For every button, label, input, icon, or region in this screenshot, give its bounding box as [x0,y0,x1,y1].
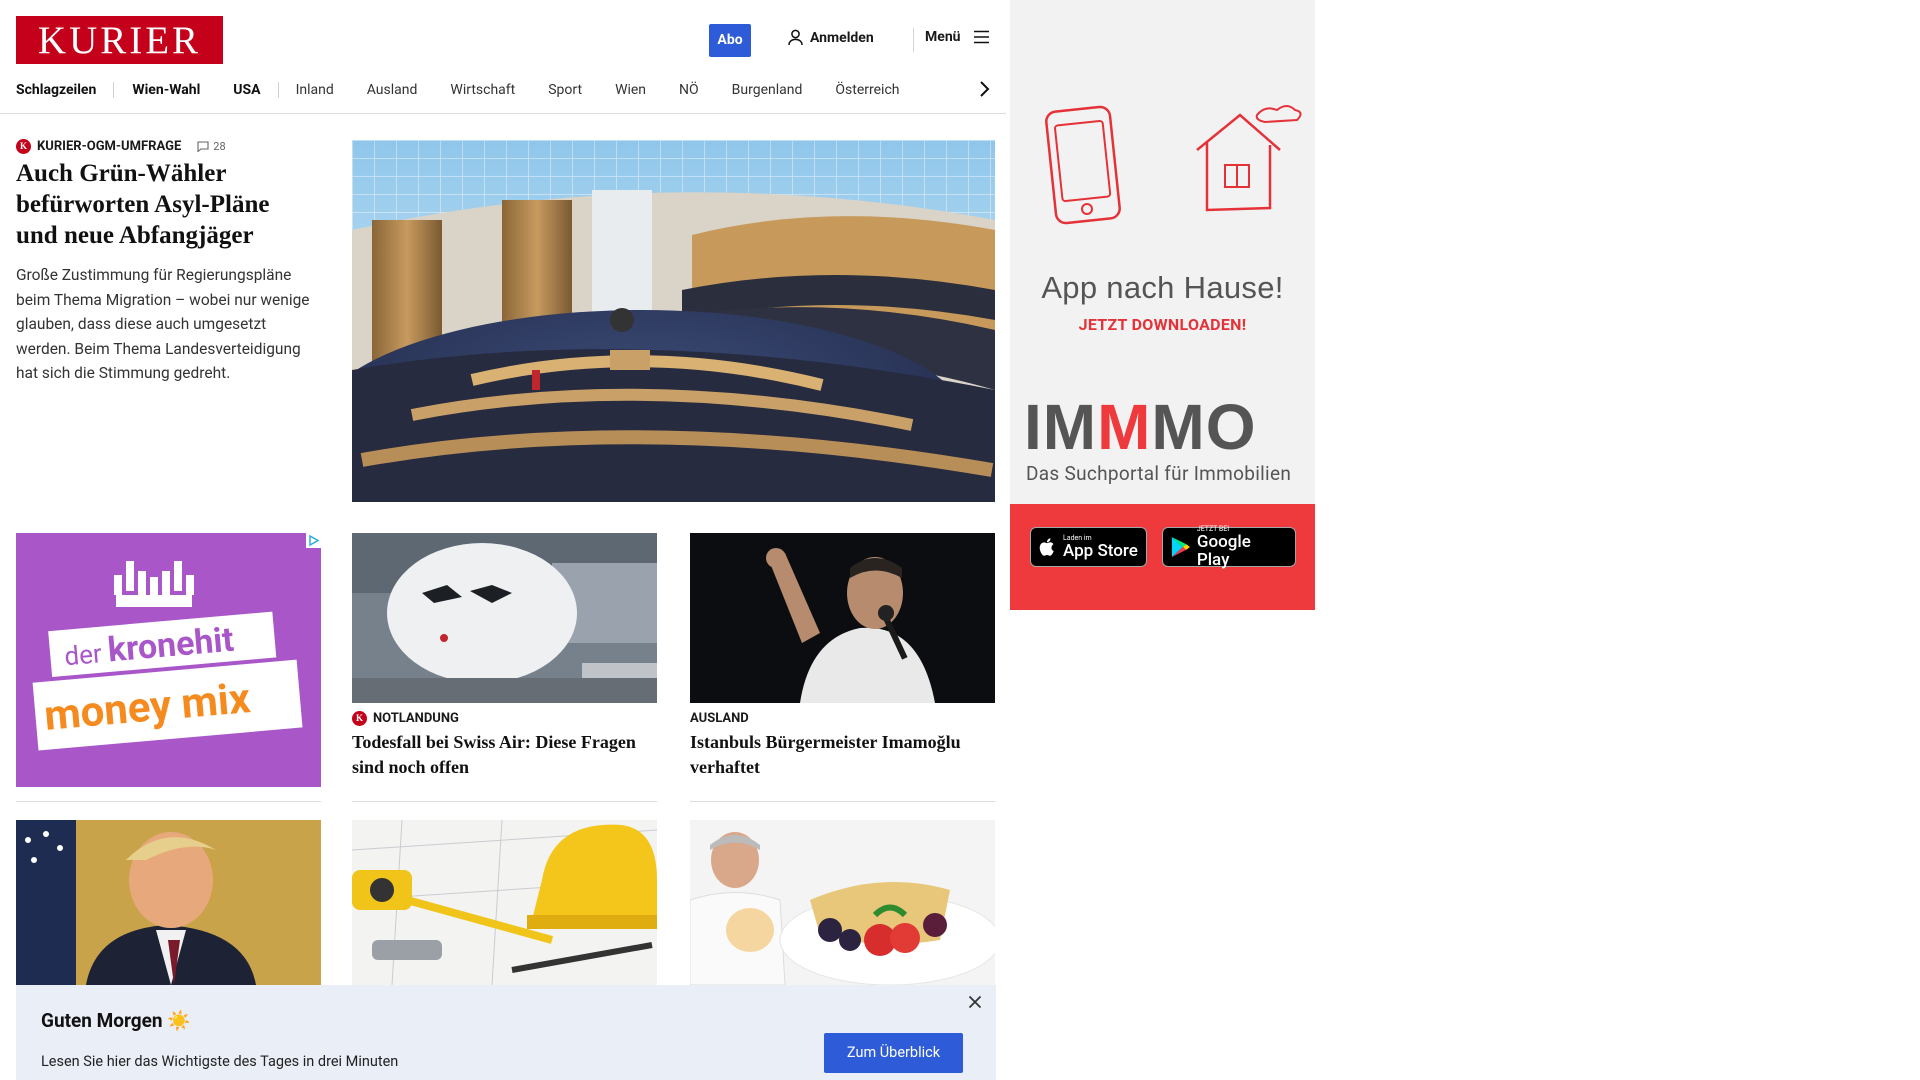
teaser-kicker-label: NOTLANDUNG [373,711,459,726]
row-divider [16,801,321,802]
overview-button[interactable]: Zum Überblick [824,1033,963,1073]
kurier-logo[interactable]: KURIER [16,16,223,64]
banner-title: Guten Morgen ☀️ [41,1009,191,1032]
immmo-logo-a: IM [1024,391,1098,463]
section-nav: Schlagzeilen Wien-Wahl USA Inland Auslan… [16,80,899,100]
teaser-kicker-label: AUSLAND [690,711,749,726]
kurier-plus-icon: K [352,711,367,726]
construction-tools-image[interactable] [352,820,657,985]
parliament-image[interactable] [352,140,995,502]
nav-item-inland[interactable]: Inland [296,82,334,98]
abo-button[interactable]: Abo [709,24,751,57]
nav-item-burgenland[interactable]: Burgenland [732,82,803,98]
nav-separator [113,82,115,98]
google-play-big: Google Play [1196,532,1251,570]
nav-item-oesterreich[interactable]: Österreich [835,82,899,98]
comment-count[interactable]: 28 [197,140,226,153]
nav-item-usa[interactable]: USA [233,82,260,98]
chevron-right-icon[interactable] [977,79,991,99]
google-play-icon [1171,537,1190,557]
comment-count-value: 28 [213,140,226,153]
kronehit-der: der [63,639,104,673]
download-cta[interactable]: JETZT DOWNLOADEN! [1010,315,1315,334]
row-divider [352,801,657,802]
teaser-headline-imamoglu[interactable]: Istanbuls Bürgermeister Imamoğlu verhaft… [690,730,995,780]
teaser-kicker-ausland[interactable]: AUSLAND [690,711,749,726]
apple-icon [1039,538,1054,556]
lead-headline[interactable]: Auch Grün-Wähler befürworten Asyl-Pläne … [16,158,316,251]
user-icon [788,29,803,46]
close-icon[interactable] [968,995,982,1009]
lead-teaser-text[interactable]: Große Zustimmung für Regierungspläne bei… [16,263,316,386]
chef-dessert-image[interactable] [690,820,995,985]
login-label: Anmelden [810,29,874,46]
banner-title-text: Guten Morgen [41,1009,163,1032]
lead-kicker[interactable]: K KURIER-OGM-UMFRAGE 28 [16,139,226,154]
trump-image[interactable] [16,820,321,985]
smartphone-icon [1045,105,1121,225]
nav-item-wirtschaft[interactable]: Wirtschaft [450,82,515,98]
house-icon [1196,105,1302,212]
nav-item-schlagzeilen[interactable]: Schlagzeilen [16,82,96,98]
banner-text: Lesen Sie hier das Wichtigste des Tages … [41,1053,399,1070]
sun-icon: ☀️ [167,1009,191,1032]
nav-item-sport[interactable]: Sport [548,82,582,98]
hamburger-icon [973,30,989,44]
teaser-kicker-notlandung[interactable]: K NOTLANDUNG [352,711,459,726]
kurier-plus-icon: K [16,139,31,154]
app-store-badge[interactable]: Laden im App Store [1030,527,1147,567]
menu-button[interactable]: Menü [925,29,990,45]
app-store-big: App Store [1063,541,1138,561]
immmo-logo-c: MO [1151,391,1257,463]
app-claim: App nach Hause! [1041,270,1284,305]
teaser-headline-swiss-air[interactable]: Todesfall bei Swiss Air: Diese Fragen si… [352,730,657,780]
nav-separator [277,82,279,98]
swiss-air-image[interactable] [352,533,657,703]
immmo-app-ad[interactable]: App nach Hause! JETZT DOWNLOADEN! IMMMO … [1010,0,1315,610]
immmo-logo: IMMMO [1024,395,1257,459]
login-button[interactable]: Anmelden [787,29,874,46]
comment-icon [197,141,209,152]
morning-briefing-banner: Guten Morgen ☀️ Lesen Sie hier das Wicht… [16,985,996,1080]
ad-choices-icon[interactable] [306,533,321,548]
store-badges-bar: Laden im App Store JETZT BEI Google Play [1010,504,1315,610]
lead-kicker-label: KURIER-OGM-UMFRAGE [37,139,182,154]
kronehit-ad[interactable]: der kronehit money mix [16,533,321,787]
menu-label: Menü [925,29,961,45]
nav-item-ausland[interactable]: Ausland [367,82,418,98]
header-divider [913,28,914,52]
imamoglu-image[interactable] [690,533,995,703]
nav-item-noe[interactable]: NÖ [679,82,699,98]
nav-item-wien[interactable]: Wien [615,82,646,98]
google-play-badge[interactable]: JETZT BEI Google Play [1162,525,1296,570]
nav-item-wien-wahl[interactable]: Wien-Wahl [132,82,200,98]
row-divider [690,801,995,802]
immmo-subtitle: Das Suchportal für Immobilien [1026,462,1292,485]
site-header: KURIER Abo Anmelden Menü Schlagzeilen Wi… [0,0,1006,114]
immmo-logo-b: M [1097,391,1152,463]
